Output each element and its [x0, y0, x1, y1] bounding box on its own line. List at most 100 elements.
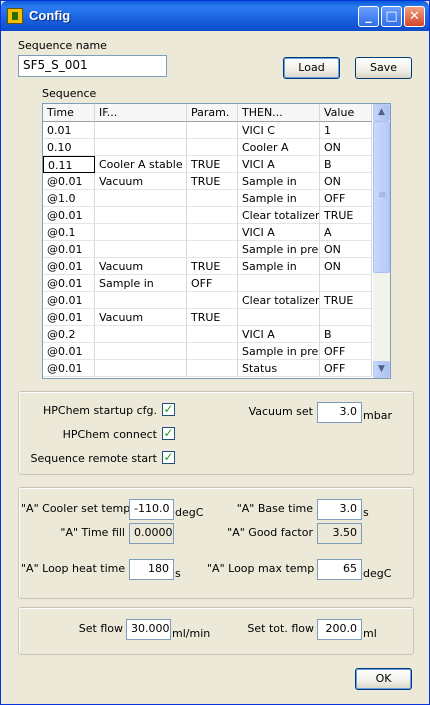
cell-then[interactable]: Clear totalizer — [238, 292, 320, 309]
cell-then[interactable]: Sample in pre — [238, 343, 320, 360]
cell-value[interactable]: OFF — [320, 360, 372, 377]
close-button[interactable]: ✕ — [404, 6, 425, 27]
cell-if[interactable] — [95, 292, 187, 309]
cell-time[interactable]: @1.0 — [43, 190, 95, 207]
cell-then[interactable]: VICI A — [238, 156, 320, 173]
cell-param[interactable] — [187, 139, 238, 156]
cell-value[interactable]: TRUE — [320, 292, 372, 309]
table-row[interactable]: @0.01 Vacuum TRUE Sample in ON — [43, 173, 372, 190]
sequence-remote-start-checkbox[interactable]: ✓ — [162, 451, 175, 464]
table-row[interactable]: @0.1 VICI AA — [43, 224, 372, 241]
vacuum-set-input[interactable]: 3.0 — [317, 402, 362, 423]
table-row[interactable]: @1.0 Sample in OFF — [43, 190, 372, 207]
table-row[interactable]: 0.11 Cooler A stable TRUE VICI AB — [43, 156, 372, 173]
cell-value[interactable]: A — [320, 224, 372, 241]
cell-param[interactable] — [187, 241, 238, 258]
cell-param[interactable]: TRUE — [187, 173, 238, 190]
table-row[interactable]: @0.2 VICI AB — [43, 326, 372, 343]
cell-value[interactable]: B — [320, 326, 372, 343]
cell-if[interactable]: Sample in — [95, 275, 187, 292]
cell-param[interactable] — [187, 292, 238, 309]
ok-button[interactable]: OK — [355, 668, 412, 690]
table-row[interactable]: @0.01 Vacuum TRUE — [43, 309, 372, 326]
minimize-button[interactable]: _ — [358, 6, 379, 27]
cell-time[interactable]: 0.10 — [43, 139, 95, 156]
cell-value[interactable]: ON — [320, 139, 372, 156]
cell-value[interactable]: ON — [320, 258, 372, 275]
cell-if[interactable] — [95, 326, 187, 343]
cell-value[interactable] — [320, 309, 372, 326]
set-flow-input[interactable]: 30.000 — [126, 619, 171, 640]
maximize-button[interactable]: □ — [381, 6, 402, 27]
cell-then[interactable]: VICI A — [238, 224, 320, 241]
cell-param[interactable] — [187, 224, 238, 241]
cell-if[interactable] — [95, 139, 187, 156]
cell-param[interactable]: TRUE — [187, 309, 238, 326]
cell-param[interactable] — [187, 343, 238, 360]
table-row[interactable]: 0.01 VICI C1 — [43, 122, 372, 139]
title-bar[interactable]: Config _ □ ✕ — [1, 1, 429, 31]
base-time-input[interactable]: 3.0 — [317, 499, 362, 520]
table-row[interactable]: @0.01 Sample in pre OFF — [43, 343, 372, 360]
sequence-table[interactable]: Time IF... Param. THEN... Value 0.01 VICI… — [42, 103, 391, 379]
cell-if[interactable] — [95, 207, 187, 224]
cell-then[interactable]: Cooler A — [238, 139, 320, 156]
cell-value[interactable]: 1 — [320, 122, 372, 139]
cell-time[interactable]: @0.01 — [43, 360, 95, 377]
cell-time[interactable]: @0.1 — [43, 224, 95, 241]
cell-time[interactable]: @0.01 — [43, 309, 95, 326]
cell-value[interactable]: TRUE — [320, 207, 372, 224]
hpchem-connect-checkbox[interactable]: ✓ — [162, 427, 175, 440]
cell-then[interactable]: VICI C — [238, 122, 320, 139]
cell-param[interactable] — [187, 207, 238, 224]
cell-time[interactable]: 0.11 — [43, 156, 95, 173]
loop-max-temp-input[interactable]: 65 — [317, 559, 362, 580]
cell-then[interactable]: Sample in — [238, 190, 320, 207]
table-row[interactable]: @0.01 Clear totalizer TRUE — [43, 207, 372, 224]
save-button[interactable]: Save — [355, 57, 412, 79]
cell-then[interactable]: Clear totalizer — [238, 207, 320, 224]
cell-value[interactable]: OFF — [320, 190, 372, 207]
table-row[interactable]: @0.01 Sample in pre ON — [43, 241, 372, 258]
scrollbar-thumb[interactable] — [373, 121, 390, 273]
cell-if[interactable]: Cooler A stable — [95, 156, 187, 173]
cell-time[interactable]: @0.01 — [43, 275, 95, 292]
cell-if[interactable]: Vacuum — [95, 309, 187, 326]
cell-time[interactable]: 0.01 — [43, 122, 95, 139]
sequence-name-input[interactable]: SF5_S_001 — [18, 55, 167, 77]
cell-then[interactable] — [238, 275, 320, 292]
cell-param[interactable]: TRUE — [187, 156, 238, 173]
cell-time[interactable]: @0.2 — [43, 326, 95, 343]
cell-if[interactable]: Vacuum — [95, 173, 187, 190]
table-row[interactable]: @0.01 Status OFF — [43, 360, 372, 377]
cell-if[interactable] — [95, 343, 187, 360]
cell-param[interactable] — [187, 326, 238, 343]
table-row[interactable]: 0.10 Cooler A ON — [43, 139, 372, 156]
cell-value[interactable]: OFF — [320, 343, 372, 360]
cooler-set-temp-input[interactable]: -110.0 — [129, 499, 174, 520]
cell-time[interactable]: @0.01 — [43, 207, 95, 224]
table-row[interactable]: @0.01 Clear totalizer TRUE — [43, 292, 372, 309]
set-tot-flow-input[interactable]: 200.0 — [317, 619, 362, 640]
cell-then[interactable]: Status — [238, 360, 320, 377]
cell-if[interactable] — [95, 122, 187, 139]
cell-time[interactable]: @0.01 — [43, 241, 95, 258]
cell-if[interactable] — [95, 190, 187, 207]
table-scrollbar[interactable]: ▲ ▼ — [373, 104, 390, 378]
cell-param[interactable] — [187, 360, 238, 377]
table-row[interactable]: @0.01 Vacuum TRUE Sample in ON — [43, 258, 372, 275]
cell-time[interactable]: @0.01 — [43, 173, 95, 190]
cell-param[interactable]: TRUE — [187, 258, 238, 275]
cell-if[interactable] — [95, 360, 187, 377]
cell-time[interactable]: @0.01 — [43, 343, 95, 360]
cell-time[interactable]: @0.01 — [43, 258, 95, 275]
cell-if[interactable]: Vacuum — [95, 258, 187, 275]
cell-param[interactable]: OFF — [187, 275, 238, 292]
table-row[interactable]: @0.01 Sample in OFF — [43, 275, 372, 292]
cell-then[interactable] — [238, 309, 320, 326]
load-button[interactable]: Load — [283, 57, 340, 79]
cell-value[interactable]: ON — [320, 173, 372, 190]
cell-then[interactable]: Sample in — [238, 258, 320, 275]
cell-time[interactable]: @0.01 — [43, 292, 95, 309]
cell-then[interactable]: VICI A — [238, 326, 320, 343]
